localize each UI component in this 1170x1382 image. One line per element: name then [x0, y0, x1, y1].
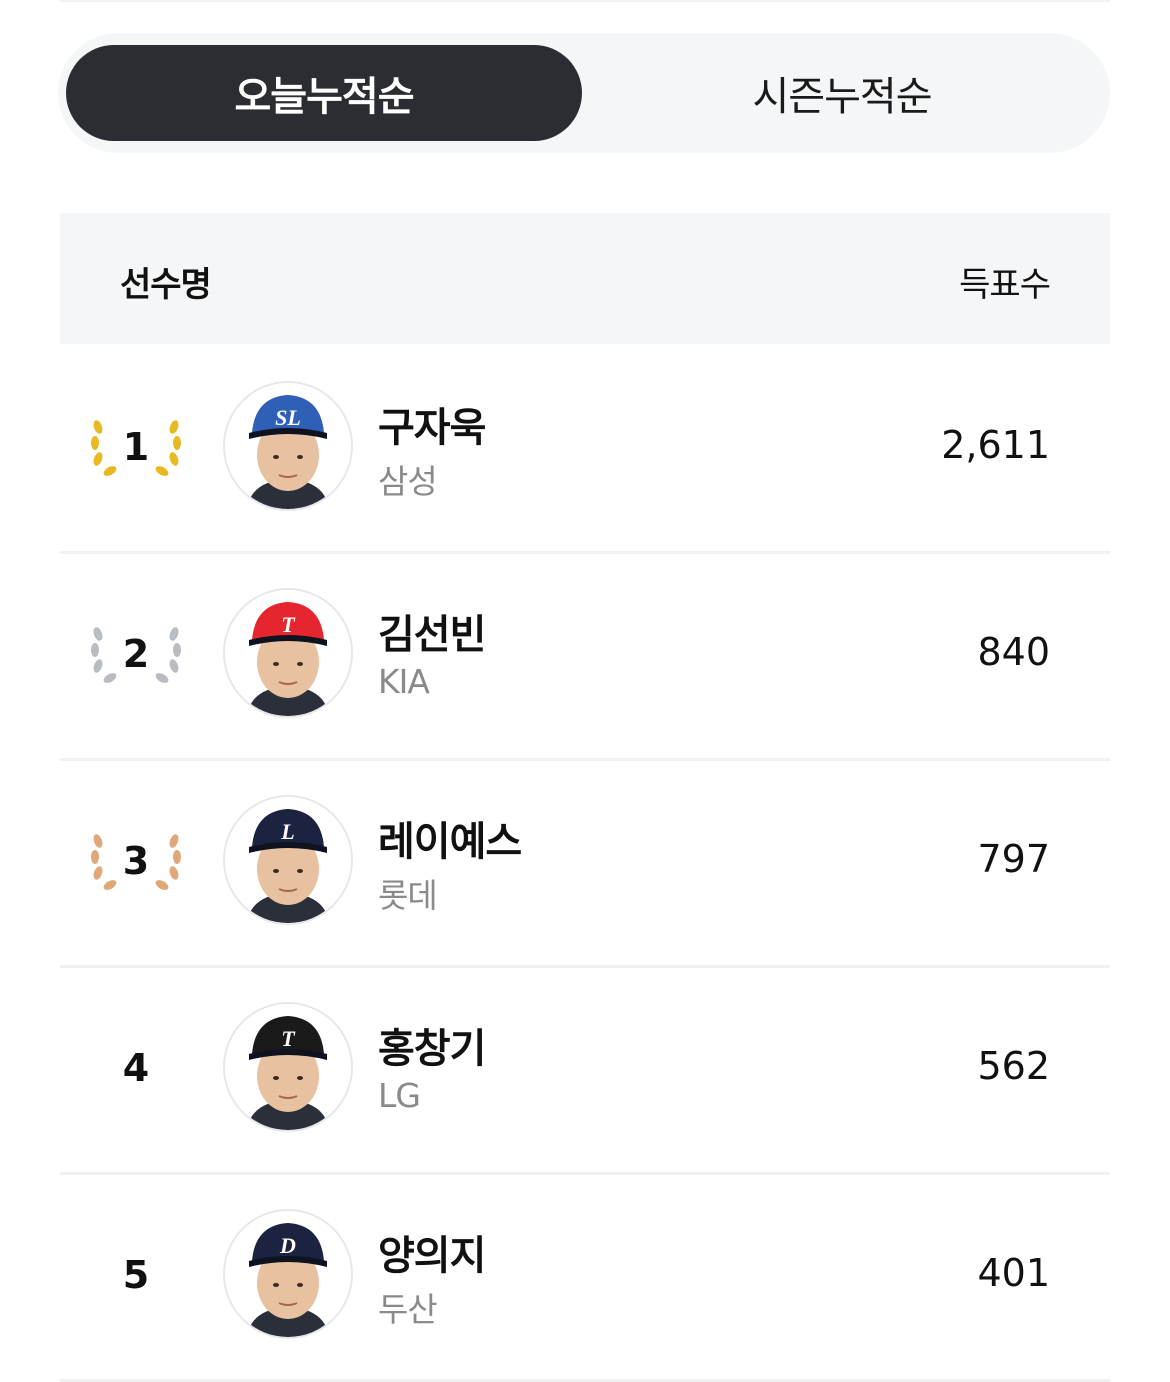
rank-badge: 2	[90, 610, 182, 698]
table-row[interactable]: 2 T 김선빈 KIA 840	[60, 552, 1110, 761]
vote-count: 562	[977, 1044, 1050, 1088]
rank-number: 5	[122, 1253, 150, 1297]
player-team: 롯데	[378, 876, 438, 915]
table-row[interactable]: 1 SL 구자욱삼성 2,611	[60, 345, 1110, 554]
player-name: 레이예스	[378, 819, 522, 865]
table-header: 선수명 득표수	[60, 213, 1110, 344]
player-team: KIA	[378, 662, 430, 701]
table-row[interactable]: 3 L 레이예스롯데 797	[60, 759, 1110, 968]
player-avatar: T	[223, 1002, 353, 1132]
vote-count: 840	[977, 630, 1050, 674]
player-team: LG	[378, 1076, 421, 1115]
svg-text:T: T	[281, 612, 296, 637]
vote-count: 2,611	[941, 423, 1050, 467]
tab-season-cumulative[interactable]: 시즌누적순	[584, 45, 1100, 141]
column-header-votes: 득표수	[959, 265, 1051, 305]
rank-badge: 3	[90, 817, 182, 905]
player-team: 두산	[378, 1290, 438, 1329]
player-avatar: D	[223, 1209, 353, 1339]
player-name: 홍창기	[378, 1026, 486, 1072]
vote-count: 401	[977, 1251, 1050, 1295]
table-row[interactable]: 5 D 양의지두산 401	[60, 1173, 1110, 1382]
player-name: 구자욱	[378, 405, 486, 451]
player-avatar: T	[223, 588, 353, 718]
svg-text:SL: SL	[275, 405, 301, 430]
sort-tabs: 오늘누적순 시즌누적순	[58, 33, 1110, 153]
rank-number: 4	[122, 1046, 150, 1090]
rank-badge: 4	[90, 1024, 182, 1112]
player-name: 김선빈	[378, 612, 486, 658]
player-avatar: L	[223, 795, 353, 925]
svg-text:D: D	[279, 1233, 296, 1258]
rank-number: 3	[122, 839, 150, 883]
tab-today-cumulative[interactable]: 오늘누적순	[66, 45, 582, 141]
column-header-player: 선수명	[120, 265, 212, 305]
rank-number: 1	[122, 425, 150, 469]
svg-text:L: L	[280, 819, 294, 844]
rank-badge: 1	[90, 403, 182, 491]
player-name: 양의지	[378, 1233, 486, 1279]
vote-count: 797	[977, 837, 1050, 881]
svg-text:T: T	[281, 1026, 296, 1051]
table-row[interactable]: 4 T 홍창기 LG 562	[60, 966, 1110, 1175]
top-divider	[60, 0, 1110, 2]
rank-number: 2	[122, 632, 150, 676]
player-avatar: SL	[223, 381, 353, 511]
player-team: 삼성	[378, 462, 438, 501]
rank-badge: 5	[90, 1231, 182, 1319]
